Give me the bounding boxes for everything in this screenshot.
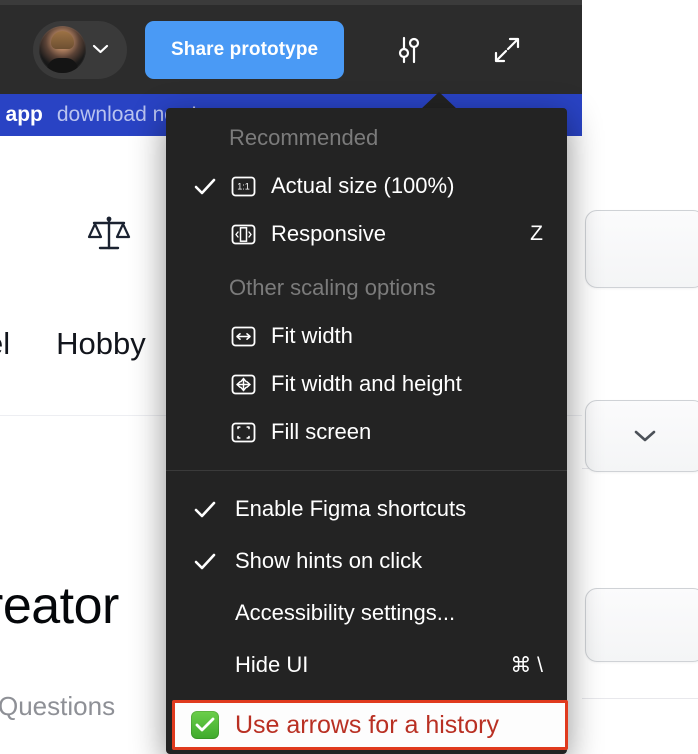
menu-item-fit-width[interactable]: Fit width	[166, 312, 567, 360]
side-card-bottom[interactable]	[585, 588, 698, 662]
menu-item-label: Accessibility settings...	[235, 600, 456, 625]
tier-label-right: Hobby	[56, 326, 146, 361]
menu-item-label: Fit width and height	[271, 371, 462, 396]
menu-item-show-hints-on-click[interactable]: Show hints on click	[166, 535, 567, 587]
menu-item-fill-screen[interactable]: Fill screen	[166, 408, 567, 456]
menu-item-label: Show hints on click	[235, 548, 423, 573]
section-subtitle: Questions	[0, 691, 116, 721]
screenshot-root: Share prototype app download now! l Hobb…	[0, 0, 698, 754]
menu-item-label: Actual size (100%)	[271, 173, 455, 198]
fit-width-icon	[225, 323, 261, 350]
menu-item-label: Enable Figma shortcuts	[235, 496, 467, 521]
menu-item-label: Fill screen	[271, 419, 372, 444]
prototype-toolbar: Share prototype	[0, 5, 582, 94]
menu-section-other-scaling: Other scaling options	[229, 275, 436, 300]
chevron-down-icon	[586, 430, 698, 442]
menu-separator	[166, 470, 567, 471]
tier-label-left: el	[0, 326, 11, 361]
prototype-options-menu: Recommended 1:1 Actual size (100%) Respo…	[166, 108, 567, 754]
account-menu-button[interactable]	[33, 20, 127, 79]
menu-item-label: Fit width	[271, 323, 353, 348]
promo-banner-strong: e app	[0, 103, 43, 126]
avatar	[39, 26, 86, 73]
check-icon	[194, 501, 225, 518]
menu-section-recommended: Recommended	[229, 125, 379, 150]
menu-item-enable-figma-shortcuts[interactable]: Enable Figma shortcuts	[166, 483, 567, 535]
annotation-label: Use arrows for a history	[235, 710, 499, 739]
fill-screen-icon	[225, 419, 261, 446]
share-prototype-button[interactable]: Share prototype	[145, 20, 345, 79]
menu-item-accessibility-settings[interactable]: Accessibility settings...	[166, 587, 567, 639]
menu-item-label: Hide UI	[235, 652, 309, 677]
green-check-icon	[191, 711, 219, 739]
page-heading: reator	[0, 577, 119, 635]
svg-text:1:1: 1:1	[237, 181, 250, 191]
one-to-one-icon: 1:1	[225, 173, 261, 200]
menu-item-hide-ui[interactable]: Hide UI ⌘ \	[166, 639, 567, 691]
menu-item-responsive[interactable]: Responsive Z	[166, 210, 567, 258]
fit-width-height-icon	[225, 371, 261, 398]
menu-item-fit-width-and-height[interactable]: Fit width and height	[166, 360, 567, 408]
check-icon	[194, 178, 225, 195]
annotation-highlight: Use arrows for a history	[172, 700, 568, 750]
check-icon	[194, 553, 225, 570]
menu-item-shortcut: Z	[530, 222, 543, 245]
sliders-icon[interactable]	[388, 29, 430, 71]
responsive-icon	[225, 221, 261, 248]
chevron-down-icon	[92, 41, 109, 59]
side-card-accordion[interactable]	[585, 400, 698, 472]
balance-scales-icon	[86, 210, 132, 256]
expand-arrows-icon[interactable]	[486, 29, 528, 71]
side-card-top[interactable]	[585, 210, 698, 288]
menu-item-shortcut: ⌘ \	[510, 653, 543, 677]
menu-item-actual-size[interactable]: 1:1 Actual size (100%)	[166, 162, 567, 210]
menu-item-label: Responsive	[271, 221, 386, 246]
